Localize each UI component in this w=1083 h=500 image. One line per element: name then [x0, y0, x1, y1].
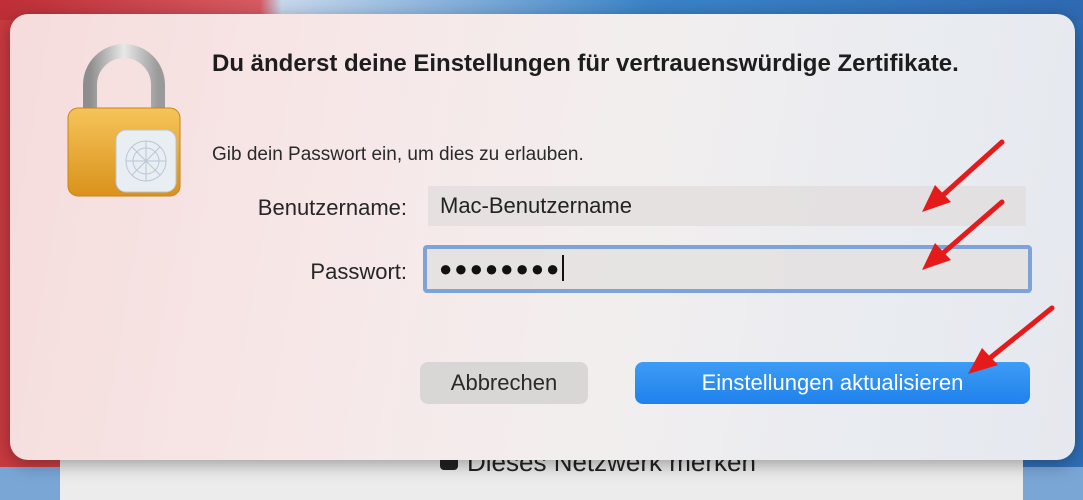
- lock-icon: [67, 44, 181, 197]
- dialog-title: Du änderst deine Einstellungen für vertr…: [212, 50, 959, 77]
- password-masked-value: ●●●●●●●●: [439, 256, 562, 281]
- password-field[interactable]: ●●●●●●●●: [423, 245, 1032, 293]
- username-field[interactable]: Mac-Benutzername: [428, 186, 1026, 226]
- username-label: Benutzername:: [257, 195, 407, 220]
- update-settings-button[interactable]: Einstellungen aktualisieren: [635, 362, 1030, 404]
- password-label: Passwort:: [310, 259, 407, 284]
- dialog-subtitle: Gib dein Passwort ein, um dies zu erlaub…: [212, 144, 584, 165]
- text-caret: [562, 255, 565, 281]
- cancel-button[interactable]: Abbrechen: [420, 362, 588, 404]
